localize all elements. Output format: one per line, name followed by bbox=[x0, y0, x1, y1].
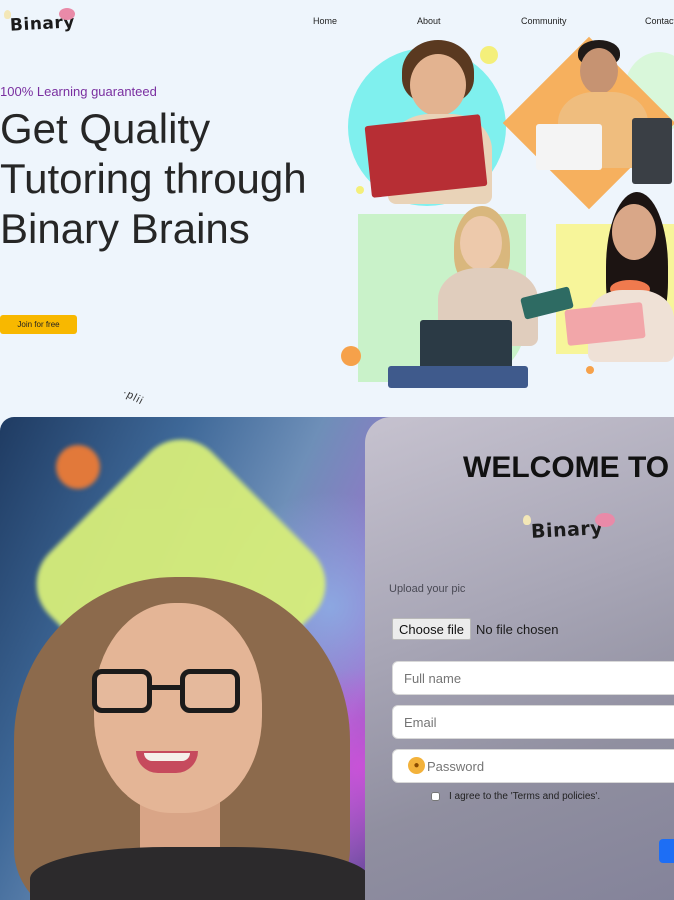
hero-tagline: 100% Learning guaranteed bbox=[0, 84, 157, 99]
hero-title: Get Quality Tutoring through Binary Brai… bbox=[0, 105, 307, 252]
terms-checkbox[interactable] bbox=[431, 792, 440, 801]
brand-logo[interactable]: Binary bbox=[4, 8, 84, 38]
terms-label: I agree to the 'Terms and policies'. bbox=[449, 791, 601, 802]
nav-contact-link[interactable]: Contact bbox=[645, 16, 674, 26]
decorative-orange-blob bbox=[56, 445, 100, 489]
brain-icon bbox=[595, 513, 615, 527]
hero-illustration-collage bbox=[338, 36, 674, 388]
decorative-text-fragment: ·plii bbox=[120, 386, 146, 408]
password-visibility-icon[interactable]: ● bbox=[408, 757, 425, 774]
signup-logo-text: Binary bbox=[530, 517, 604, 543]
upload-pic-label: Upload your pic bbox=[389, 583, 466, 595]
student-reading-book-image bbox=[358, 36, 508, 208]
tutor-portrait-image bbox=[0, 417, 400, 900]
full-name-input[interactable] bbox=[392, 661, 674, 695]
join-for-free-button[interactable]: Join for free bbox=[0, 315, 77, 334]
student-writing-notes-image bbox=[558, 192, 674, 362]
welcome-heading: WELCOME TO bbox=[463, 451, 670, 484]
student-with-laptop-image bbox=[508, 38, 674, 186]
tutor-shirt bbox=[30, 847, 370, 900]
brain-icon bbox=[59, 8, 75, 20]
student-studying-image bbox=[388, 202, 578, 388]
no-file-status: No file chosen bbox=[476, 621, 559, 637]
terms-agreement[interactable]: I agree to the 'Terms and policies'. bbox=[431, 791, 600, 802]
file-upload-control[interactable]: Choose file No file chosen bbox=[392, 617, 558, 641]
decorative-dot bbox=[341, 346, 361, 366]
submit-button[interactable] bbox=[659, 839, 674, 863]
signup-brand-logo: Binary bbox=[521, 513, 621, 549]
email-input[interactable] bbox=[392, 705, 674, 739]
choose-file-button[interactable]: Choose file bbox=[392, 618, 472, 640]
nav-community-link[interactable]: Community bbox=[521, 16, 567, 26]
nav-about-link[interactable]: About bbox=[417, 16, 441, 26]
nav-home-link[interactable]: Home bbox=[313, 16, 337, 26]
tutor-teeth bbox=[144, 753, 190, 761]
glasses-icon bbox=[92, 669, 252, 717]
decorative-dot bbox=[586, 366, 594, 374]
signup-form-panel: WELCOME TO Binary Upload your pic Choose… bbox=[365, 417, 674, 900]
password-input[interactable] bbox=[392, 749, 674, 783]
